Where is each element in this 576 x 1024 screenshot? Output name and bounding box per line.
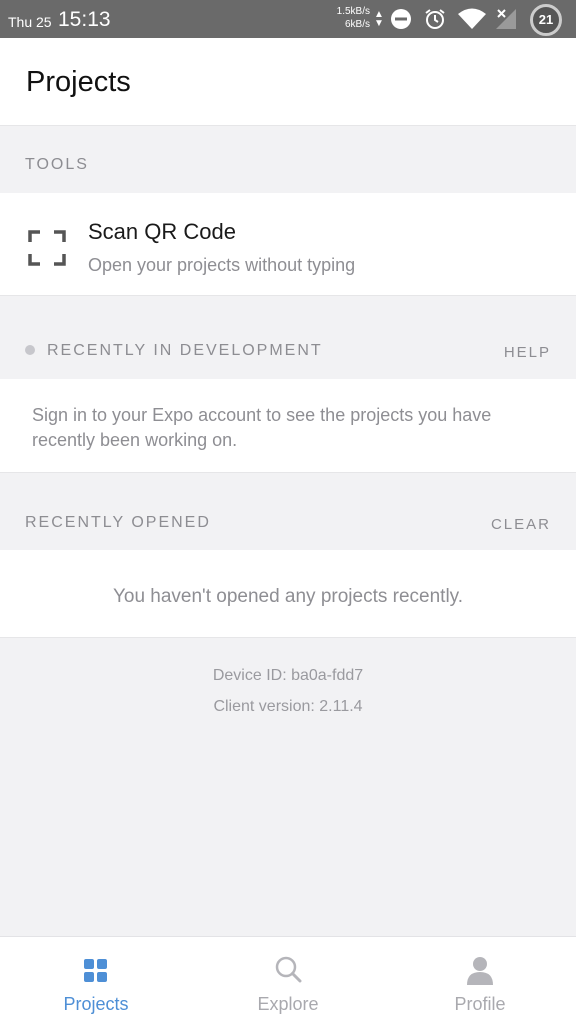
search-icon	[275, 956, 302, 983]
alarm-icon	[425, 9, 445, 29]
qr-scan-icon	[28, 230, 66, 266]
tab-explore[interactable]: Explore	[192, 937, 384, 1024]
bottom-tab-bar: Projects Explore Profile	[0, 936, 576, 1024]
device-id: Device ID: ba0a-fdd7	[212, 667, 364, 684]
empty-projects-message: You haven't opened any projects recently…	[112, 586, 464, 607]
grid-icon	[84, 959, 107, 982]
recent-dev-section-header: RECENTLY IN DEVELOPMENT HELP	[0, 296, 576, 379]
tab-profile-label: Profile	[454, 994, 506, 1014]
wifi-icon	[458, 8, 486, 29]
person-icon	[467, 957, 493, 985]
tools-section-header: TOOLS	[0, 127, 576, 193]
app-header: Projects	[0, 38, 576, 126]
recent-opened-card: You haven't opened any projects recently…	[0, 550, 576, 638]
clear-button[interactable]: CLEAR	[491, 516, 551, 533]
do-not-disturb-icon	[391, 9, 411, 29]
status-day: Thu 25	[8, 14, 52, 30]
tab-explore-label: Explore	[257, 994, 319, 1014]
tab-projects-label: Projects	[63, 994, 129, 1014]
recent-dev-card: Sign in to your Expo account to see the …	[0, 379, 576, 473]
tab-projects[interactable]: Projects	[0, 937, 192, 1024]
network-speed-up: 1.5kB/s	[336, 6, 370, 17]
scan-qr-title: Scan QR Code	[88, 219, 236, 244]
data-arrows-icon: ▲ ▼	[374, 9, 384, 29]
network-speed: 1.5kB/s 6kB/s	[328, 5, 370, 31]
scan-qr-subtitle: Open your projects without typing	[88, 255, 356, 275]
no-signal-icon	[496, 9, 516, 29]
scan-qr-code-row[interactable]: Scan QR Code Open your projects without …	[0, 193, 576, 296]
sign-in-message: Sign in to your Expo account to see the …	[32, 405, 492, 450]
status-bar: Thu 25 15:13 1.5kB/s 6kB/s ▲ ▼ 21	[0, 0, 576, 38]
recent-opened-label: RECENTLY OPENED	[25, 514, 211, 531]
client-version: Client version: 2.11.4	[213, 698, 363, 715]
recent-opened-section-header: RECENTLY OPENED CLEAR	[0, 473, 576, 550]
status-time: 15:13	[58, 8, 111, 31]
tools-label: TOOLS	[25, 156, 89, 173]
network-speed-down: 6kB/s	[344, 19, 370, 30]
page-title: Projects	[26, 66, 131, 98]
status-dot-icon	[25, 345, 35, 355]
tab-profile[interactable]: Profile	[384, 937, 576, 1024]
help-button[interactable]: HELP	[504, 344, 551, 361]
recent-dev-label: RECENTLY IN DEVELOPMENT	[47, 342, 323, 359]
battery-icon: 21	[530, 4, 562, 36]
